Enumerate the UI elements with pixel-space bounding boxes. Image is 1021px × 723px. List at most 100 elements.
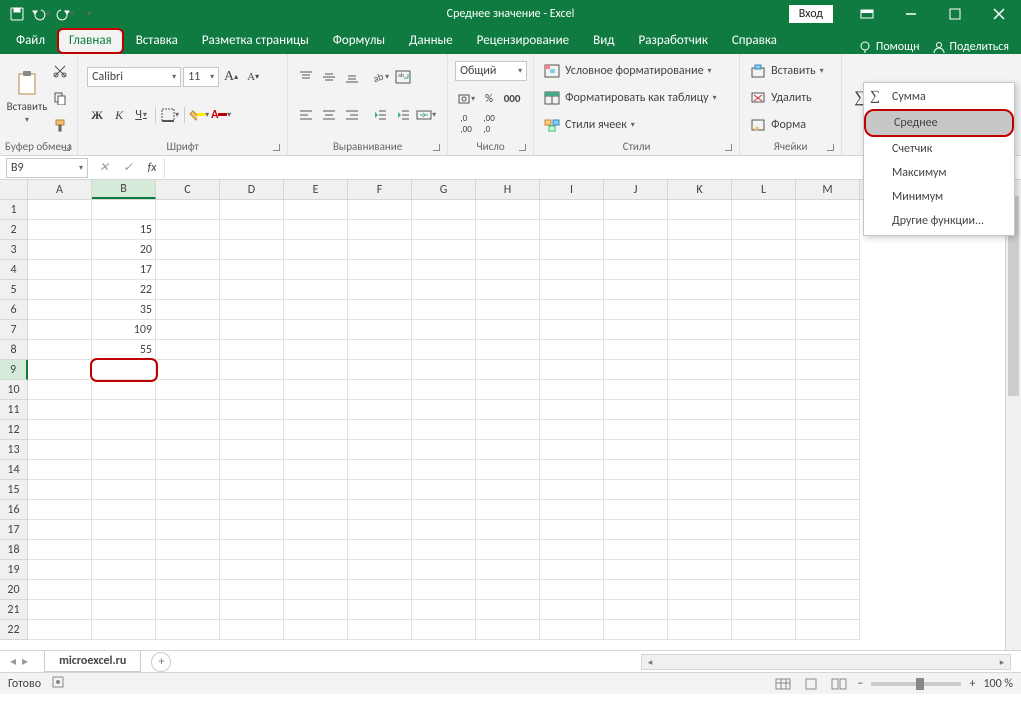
decrease-indent-icon[interactable]: [369, 105, 391, 125]
cell[interactable]: [156, 580, 220, 600]
cell[interactable]: [796, 200, 860, 220]
cell[interactable]: [28, 500, 92, 520]
cell[interactable]: [668, 540, 732, 560]
qat-customize-icon[interactable]: ▾: [78, 3, 100, 25]
cell[interactable]: [412, 500, 476, 520]
cell[interactable]: [476, 200, 540, 220]
cell[interactable]: [540, 600, 604, 620]
cell[interactable]: [476, 520, 540, 540]
cell[interactable]: [348, 280, 412, 300]
vertical-scrollbar[interactable]: [1005, 180, 1021, 650]
tab-help[interactable]: Справка: [720, 28, 789, 54]
increase-decimal-icon[interactable]: ,0,00: [455, 114, 477, 134]
cell[interactable]: [92, 420, 156, 440]
cell[interactable]: [540, 520, 604, 540]
cell[interactable]: [284, 400, 348, 420]
currency-icon[interactable]: ▾: [455, 89, 477, 109]
cell[interactable]: [348, 600, 412, 620]
cell[interactable]: [476, 560, 540, 580]
cell[interactable]: [220, 420, 284, 440]
row-header[interactable]: 12: [0, 420, 28, 440]
row-header[interactable]: 10: [0, 380, 28, 400]
fx-icon[interactable]: fx: [140, 158, 164, 178]
cell[interactable]: [604, 360, 668, 380]
cell[interactable]: [796, 480, 860, 500]
cell[interactable]: [540, 540, 604, 560]
cell[interactable]: [476, 220, 540, 240]
cell[interactable]: [220, 240, 284, 260]
cell[interactable]: [604, 520, 668, 540]
tab-insert[interactable]: Вставка: [124, 28, 190, 54]
cell[interactable]: [796, 600, 860, 620]
cell[interactable]: [732, 200, 796, 220]
cell[interactable]: [412, 620, 476, 640]
cell[interactable]: [220, 440, 284, 460]
cell[interactable]: [348, 200, 412, 220]
cell[interactable]: [540, 440, 604, 460]
cell[interactable]: [156, 200, 220, 220]
cell[interactable]: [348, 520, 412, 540]
cell[interactable]: [476, 380, 540, 400]
cell[interactable]: [156, 380, 220, 400]
normal-view-icon[interactable]: [773, 676, 793, 692]
format-cells-button[interactable]: Форма: [747, 114, 834, 136]
conditional-format-button[interactable]: Условное форматирование▾: [541, 60, 732, 82]
cell[interactable]: [28, 540, 92, 560]
cell[interactable]: [604, 580, 668, 600]
menu-item-more[interactable]: Другие функции...: [864, 209, 1014, 233]
cell[interactable]: [604, 240, 668, 260]
cell[interactable]: [796, 580, 860, 600]
spreadsheet-grid[interactable]: ABCDEFGHIJKLM 12153204175226357109855910…: [0, 180, 1021, 650]
cell[interactable]: [220, 300, 284, 320]
underline-button[interactable]: Ч▾: [131, 105, 151, 125]
cell[interactable]: [220, 220, 284, 240]
align-right-icon[interactable]: [341, 105, 363, 125]
cell[interactable]: [540, 460, 604, 480]
cell[interactable]: [92, 580, 156, 600]
cell[interactable]: [540, 380, 604, 400]
cell[interactable]: [604, 200, 668, 220]
cell[interactable]: [540, 220, 604, 240]
cell[interactable]: [668, 440, 732, 460]
row-header[interactable]: 6: [0, 300, 28, 320]
select-all-button[interactable]: [0, 180, 28, 199]
row-header[interactable]: 16: [0, 500, 28, 520]
delete-cells-button[interactable]: Удалить: [747, 87, 834, 109]
row-header[interactable]: 5: [0, 280, 28, 300]
menu-item-sum[interactable]: ∑Сумма: [864, 85, 1014, 109]
cell[interactable]: [732, 400, 796, 420]
cell[interactable]: [604, 500, 668, 520]
row-header[interactable]: 11: [0, 400, 28, 420]
cell[interactable]: [220, 580, 284, 600]
cell[interactable]: [668, 460, 732, 480]
orientation-icon[interactable]: ab▾: [369, 67, 391, 87]
zoom-in-icon[interactable]: +: [969, 677, 975, 691]
cell[interactable]: [668, 240, 732, 260]
cell[interactable]: [284, 200, 348, 220]
menu-item-min[interactable]: Минимум: [864, 185, 1014, 209]
cell[interactable]: [92, 600, 156, 620]
menu-item-count[interactable]: Счетчик: [864, 137, 1014, 161]
align-bottom-icon[interactable]: [341, 67, 363, 87]
cell[interactable]: [284, 420, 348, 440]
cell[interactable]: [348, 300, 412, 320]
cell[interactable]: [156, 420, 220, 440]
row-header[interactable]: 1: [0, 200, 28, 220]
cell[interactable]: [476, 420, 540, 440]
cell[interactable]: [156, 400, 220, 420]
cell[interactable]: [92, 440, 156, 460]
cell[interactable]: [732, 380, 796, 400]
cell[interactable]: [796, 340, 860, 360]
cell[interactable]: [92, 360, 156, 380]
cell[interactable]: [732, 560, 796, 580]
cell[interactable]: [412, 420, 476, 440]
cell[interactable]: [476, 260, 540, 280]
row-header[interactable]: 4: [0, 260, 28, 280]
cell[interactable]: [348, 240, 412, 260]
cell[interactable]: [604, 440, 668, 460]
cell[interactable]: [668, 480, 732, 500]
cell[interactable]: [732, 520, 796, 540]
column-header[interactable]: K: [668, 180, 732, 199]
cell[interactable]: [28, 460, 92, 480]
tab-formulas[interactable]: Формулы: [321, 28, 397, 54]
